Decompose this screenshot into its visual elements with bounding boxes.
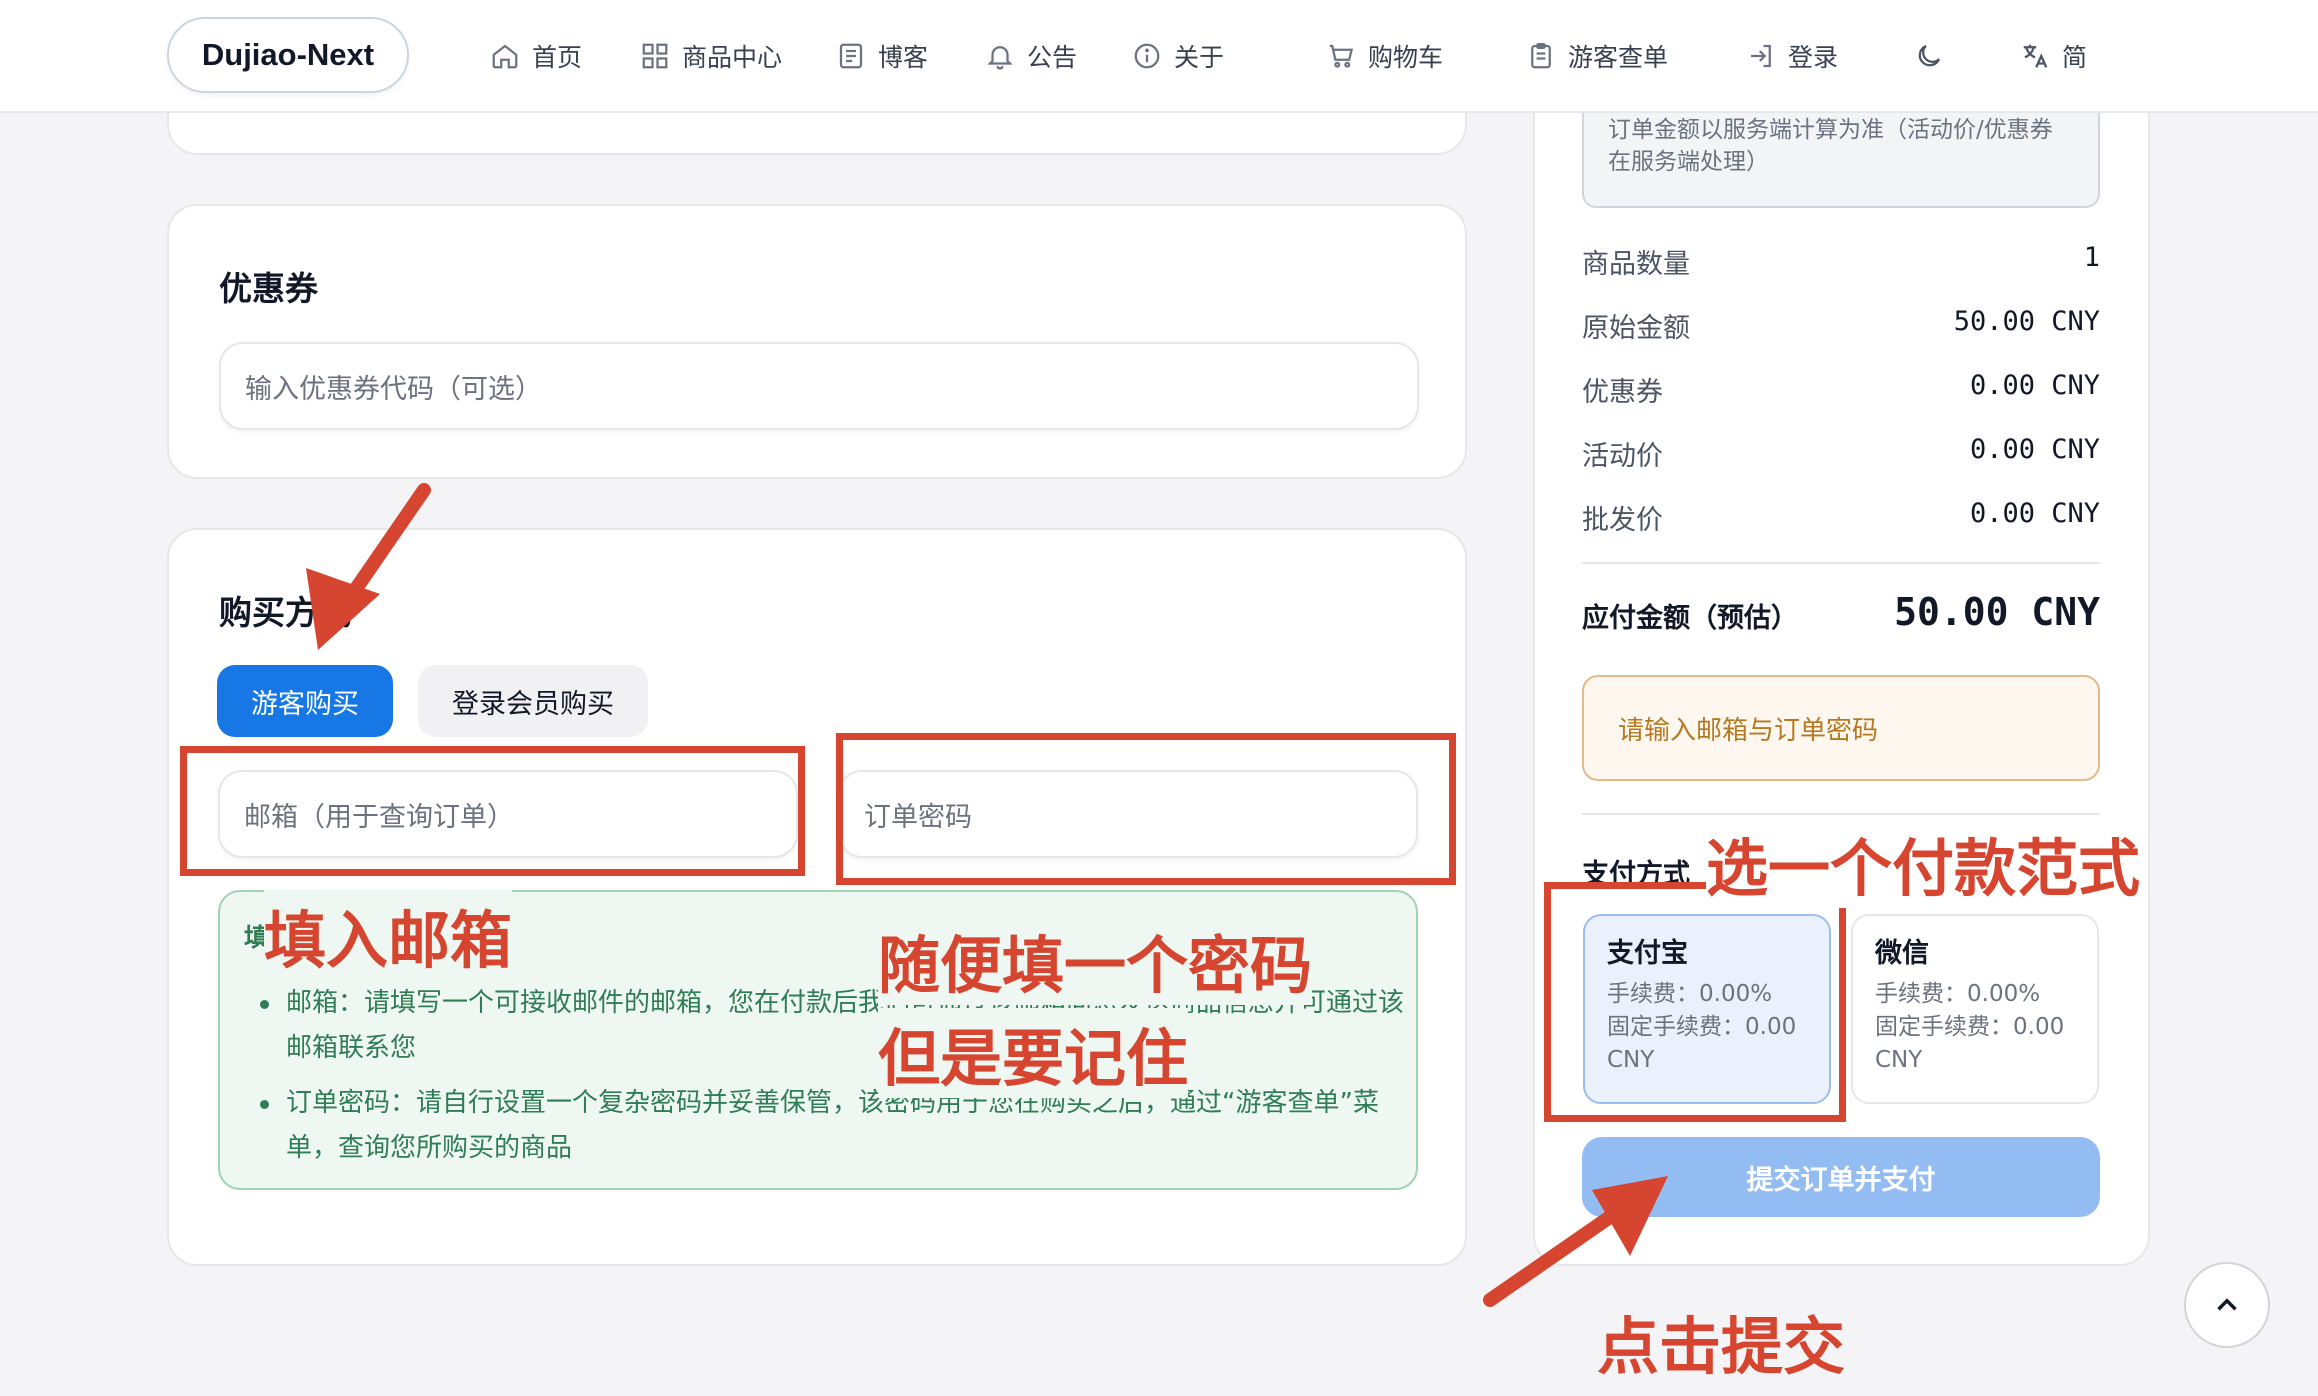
cart-icon	[1329, 44, 1354, 68]
annotation-password-2: 但是要记住	[878, 1008, 1189, 1098]
grid-icon	[642, 43, 668, 69]
annotation-password-box	[836, 733, 1456, 885]
nav-blog[interactable]: 博客	[836, 34, 928, 78]
annotation-email-box	[180, 746, 805, 876]
annotation-click-submit: 点击提交	[1597, 1310, 1846, 1383]
site-logo[interactable]: Dujiao-Next	[167, 17, 409, 93]
annotation-payment-box	[1544, 882, 1846, 1122]
theme-toggle[interactable]	[1914, 34, 1956, 78]
annotation-choose-payment: 选一个付款范式	[1706, 818, 2141, 908]
translate-icon	[2023, 44, 2048, 68]
nav-products[interactable]: 商品中心	[640, 34, 782, 78]
nav-login-label: 登录	[1788, 43, 1839, 72]
language-label: 简	[2062, 43, 2088, 72]
nav-announcement[interactable]: 公告	[985, 34, 1077, 78]
annotation-arrows	[306, 483, 1668, 1307]
nav-cart-label: 购物车	[1368, 43, 1444, 72]
info-icon	[1134, 43, 1160, 69]
home-icon	[492, 44, 518, 69]
nav-cart[interactable]: 购物车	[1326, 34, 1443, 78]
nav-login[interactable]: 登录	[1746, 34, 1838, 78]
nav-blog-label: 博客	[878, 43, 929, 72]
nav-announcement-label: 公告	[1027, 43, 1078, 72]
nav-guest-order-label: 游客查单	[1568, 43, 1669, 72]
nav-home[interactable]: 首页	[490, 34, 582, 78]
clipboard-icon	[1531, 43, 1551, 69]
nav-products-label: 商品中心	[682, 43, 783, 72]
language-switch[interactable]: 简	[2020, 34, 2087, 78]
annotation-password-1: 随便填一个密码	[878, 915, 1313, 1005]
nav-guest-order[interactable]: 游客查单	[1526, 34, 1668, 78]
moon-icon	[1918, 44, 1941, 67]
newspaper-icon	[839, 43, 863, 69]
top-nav: Dujiao-Next 首页 商品中心 博客 公告 关于 购物车 游客查单 登录…	[0, 0, 2318, 113]
nav-home-label: 首页	[532, 43, 583, 72]
bell-icon	[987, 46, 1013, 70]
arrow-to-submit	[1483, 1203, 1627, 1307]
nav-about-label: 关于	[1174, 43, 1225, 72]
login-icon	[1751, 44, 1771, 68]
annotation-fill-email: 填入邮箱	[264, 890, 513, 980]
nav-about[interactable]: 关于	[1132, 34, 1224, 78]
